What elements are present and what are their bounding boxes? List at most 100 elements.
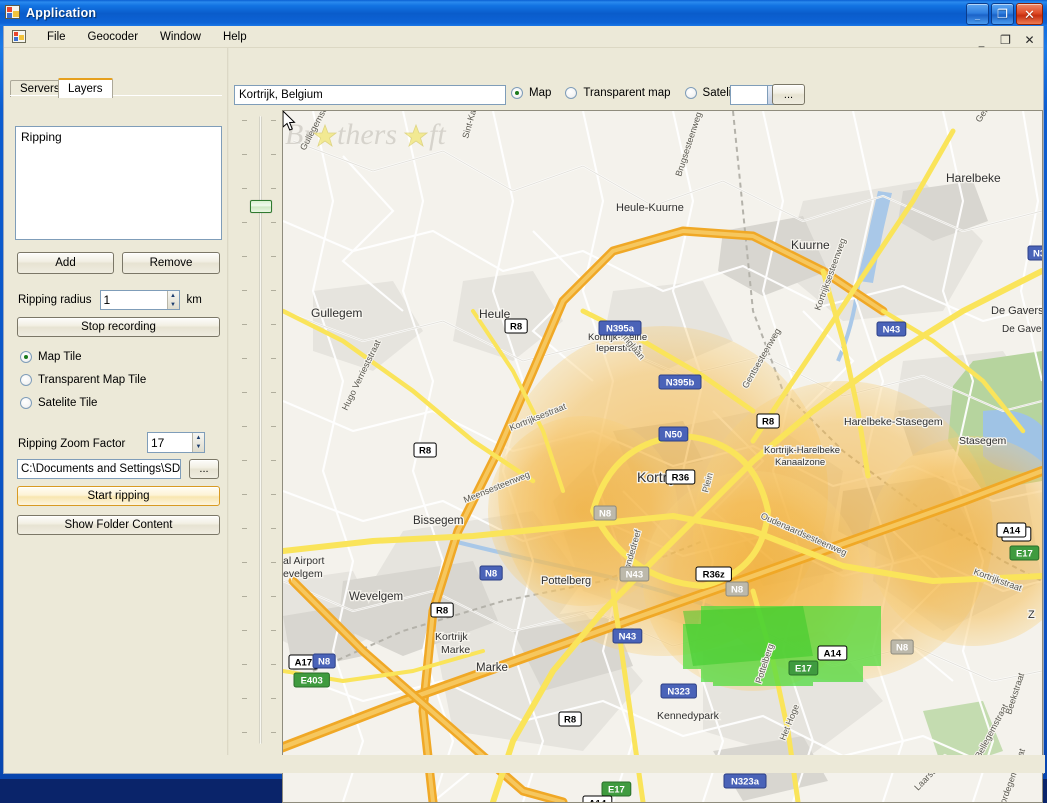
- minimize-icon: _: [974, 11, 980, 21]
- map-road-shield: R36: [665, 469, 696, 485]
- map-road-shield: N395b: [658, 374, 702, 390]
- zoom-slider-tick: [271, 290, 276, 291]
- map-place-label: Bissegem: [413, 515, 464, 527]
- zoom-slider-tick: [271, 698, 276, 699]
- map-place-label: Harelbeke-Stasegem: [844, 416, 943, 428]
- radio-indicator-icon[interactable]: [20, 374, 32, 386]
- radio-satelite-tile[interactable]: Satelite Tile: [20, 395, 97, 411]
- ripping-radius-stepper[interactable]: ▲ ▼: [99, 290, 180, 310]
- zoom-slider-tick: [271, 324, 276, 325]
- stepper-down-icon[interactable]: ▼: [168, 300, 179, 309]
- zoom-slider-tick: [242, 732, 247, 733]
- tabstrip-underline: [10, 95, 222, 96]
- svg-text:N323: N323: [667, 686, 690, 697]
- menu-item-geocoder[interactable]: Geocoder: [77, 28, 150, 46]
- menu-item-window[interactable]: Window: [149, 28, 212, 46]
- map-road-shield: R8: [504, 318, 528, 334]
- zoom-slider-tick: [271, 732, 276, 733]
- svg-text:R36: R36: [672, 472, 689, 483]
- zoom-slider-tick: [271, 562, 276, 563]
- map-place-label: De Gavers: [991, 305, 1042, 317]
- svg-text:E17: E17: [1016, 548, 1033, 559]
- radio-view-transparent-map[interactable]: Transparent map: [565, 87, 671, 99]
- zoom-slider-tick: [271, 596, 276, 597]
- radio-view-transparent-map-label: Transparent map: [583, 87, 671, 99]
- minimize-button[interactable]: _: [966, 3, 989, 25]
- map-options-button[interactable]: ...: [772, 84, 805, 105]
- search-input[interactable]: Kortrijk, Belgium: [234, 85, 506, 105]
- panel-splitter[interactable]: [227, 48, 229, 773]
- map-road-shield: E17: [601, 781, 632, 797]
- svg-text:N43: N43: [883, 324, 900, 335]
- svg-text:N50: N50: [665, 429, 682, 440]
- map-viewport[interactable]: Heule-Kuurne Kuurne Harelbeke Gullegem Heule…: [282, 110, 1043, 803]
- map-road-shield: N43: [612, 628, 643, 644]
- list-item[interactable]: Ripping: [20, 130, 217, 145]
- zoom-slider-tick: [242, 562, 247, 563]
- mdi-restore-button[interactable]: ❐: [998, 32, 1013, 47]
- browse-folder-button[interactable]: ...: [189, 459, 219, 479]
- radio-map-tile-label: Map Tile: [38, 351, 82, 363]
- ripping-radius-input[interactable]: [100, 291, 167, 309]
- ripping-zoom-factor-input[interactable]: [148, 433, 192, 452]
- radio-indicator-icon[interactable]: [20, 397, 32, 409]
- map-place-label: Wevelgem: [349, 591, 403, 603]
- map-road-shield: N43: [619, 566, 650, 582]
- radio-map-tile[interactable]: Map Tile: [20, 349, 81, 365]
- map-road-shield: N8: [312, 653, 336, 669]
- map-road-shield: N323: [660, 683, 697, 699]
- map-place-label: Marke: [476, 662, 508, 674]
- zoom-slider-tick: [271, 528, 276, 529]
- radio-indicator-icon[interactable]: [565, 87, 578, 99]
- layers-listbox[interactable]: Ripping: [15, 126, 222, 240]
- svg-text:N395a: N395a: [606, 323, 635, 334]
- zoom-slider-tick: [242, 698, 247, 699]
- map-place-label: Kuurne: [791, 238, 830, 252]
- stepper-down-icon[interactable]: ▼: [193, 443, 204, 453]
- menu-item-file[interactable]: File: [36, 28, 77, 46]
- svg-text:N8: N8: [599, 508, 611, 519]
- svg-text:N8: N8: [485, 568, 497, 579]
- mdi-close-button[interactable]: ✕: [1022, 32, 1037, 47]
- map-road-shield: N8: [725, 581, 749, 597]
- window-title: Application: [26, 6, 97, 20]
- close-button[interactable]: ✕: [1016, 3, 1043, 25]
- stop-recording-button[interactable]: Stop recording: [17, 317, 220, 337]
- svg-text:R8: R8: [564, 714, 576, 725]
- zoom-slider-thumb[interactable]: [250, 200, 272, 213]
- map-road-shield: N8: [890, 639, 914, 655]
- start-ripping-button[interactable]: Start ripping: [17, 486, 220, 506]
- svg-text:N8: N8: [318, 656, 330, 667]
- radio-indicator-icon[interactable]: [511, 87, 523, 99]
- mdi-minimize-button[interactable]: _: [974, 29, 989, 50]
- zoom-slider-tick: [242, 392, 247, 393]
- zoom-slider-tick: [242, 256, 247, 257]
- tab-layers[interactable]: Layers: [58, 78, 113, 98]
- ripping-zoom-factor-stepper[interactable]: ▲ ▼: [147, 432, 205, 453]
- map-zoom-slider[interactable]: [238, 110, 280, 750]
- svg-text:E403: E403: [301, 675, 323, 686]
- maximize-button[interactable]: ❐: [991, 3, 1014, 25]
- radio-indicator-icon[interactable]: [684, 87, 697, 99]
- map-place-label: Harelbeke: [946, 171, 1001, 185]
- show-folder-content-button[interactable]: Show Folder Content: [17, 515, 220, 535]
- map-road-shield: N8: [479, 565, 503, 581]
- stepper-arrows[interactable]: ▲ ▼: [192, 433, 204, 452]
- remove-button[interactable]: Remove: [122, 252, 220, 274]
- stepper-arrows[interactable]: ▲ ▼: [166, 291, 179, 309]
- svg-text:A14: A14: [1003, 525, 1021, 536]
- svg-text:R8: R8: [419, 445, 431, 456]
- radio-transparent-map-tile[interactable]: Transparent Map Tile: [20, 372, 146, 388]
- zoom-slider-tick: [271, 188, 276, 189]
- map-canvas[interactable]: Heule-Kuurne Kuurne Harelbeke Gullegem Heule…: [283, 111, 1042, 802]
- output-path-input[interactable]: C:\Documents and Settings\SD: [17, 459, 181, 479]
- map-place-label: Marke: [441, 644, 470, 656]
- stepper-up-icon[interactable]: ▲: [168, 291, 179, 300]
- svg-text:R8: R8: [436, 605, 448, 616]
- radio-indicator-icon[interactable]: [20, 351, 32, 363]
- zoom-slider-tick: [242, 494, 247, 495]
- radio-view-map[interactable]: Map: [511, 87, 551, 99]
- add-button[interactable]: Add: [17, 252, 114, 274]
- menu-item-help[interactable]: Help: [212, 28, 258, 46]
- stepper-up-icon[interactable]: ▲: [193, 433, 204, 443]
